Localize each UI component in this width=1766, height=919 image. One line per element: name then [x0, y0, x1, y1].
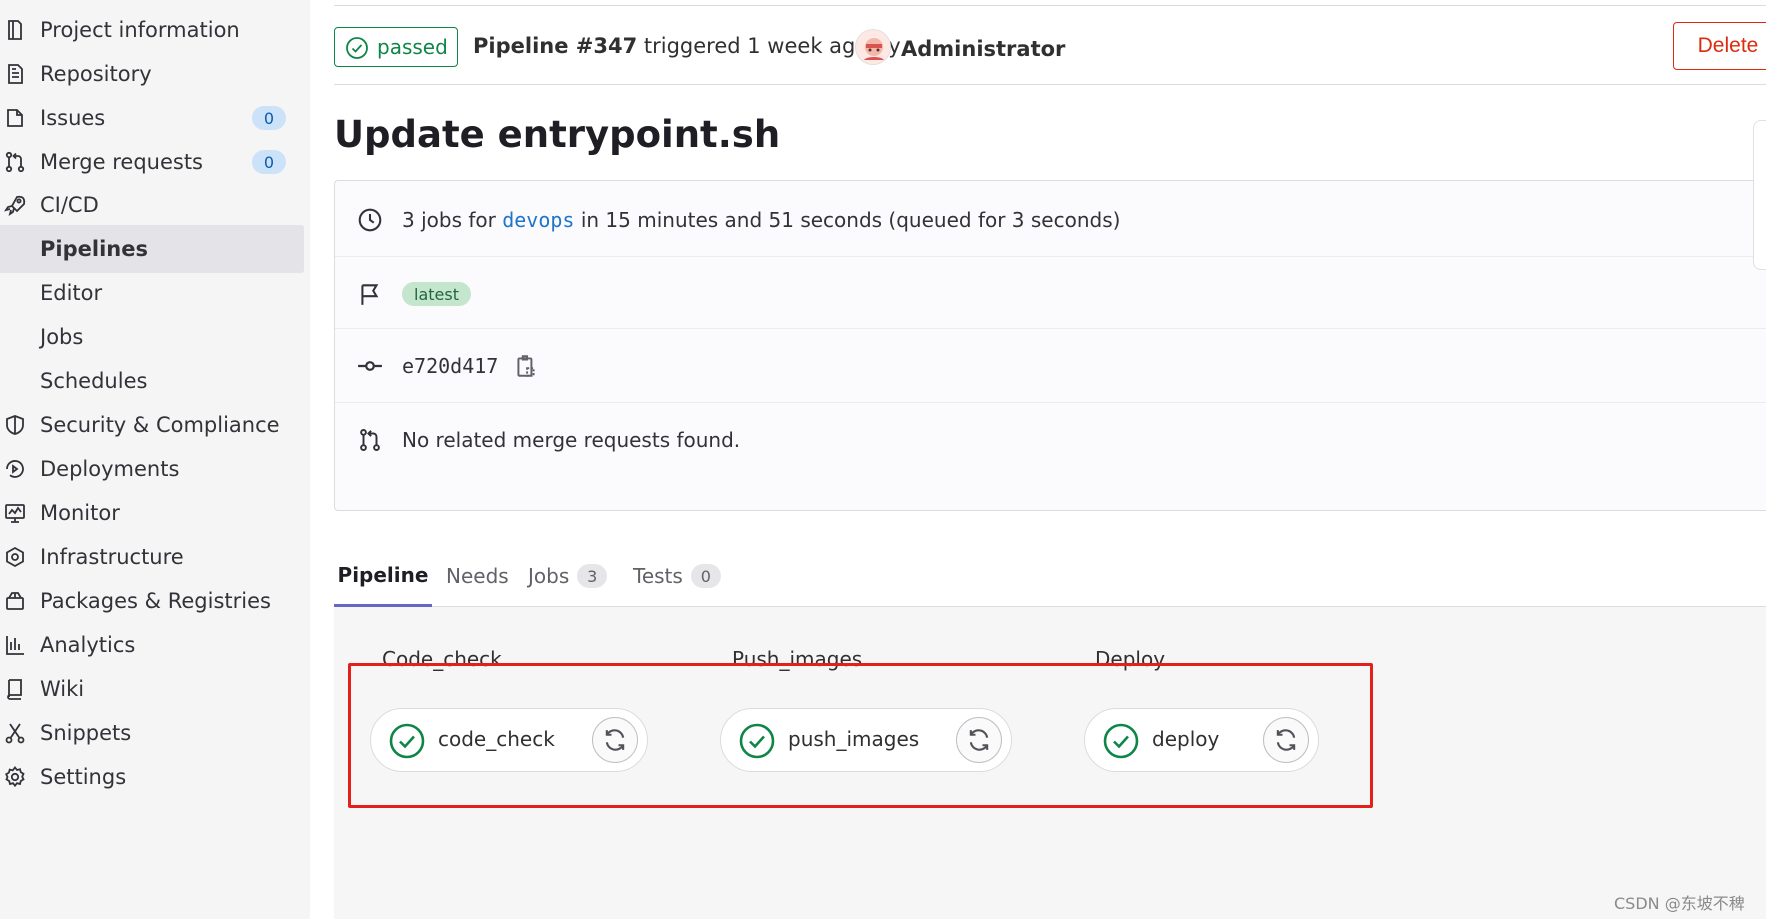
- sidebar-item-security-compliance[interactable]: Security & Compliance: [0, 401, 304, 449]
- sidebar: Project information Repository Issues 0 …: [0, 0, 310, 919]
- sidebar-item-analytics[interactable]: Analytics: [0, 621, 304, 669]
- sidebar-item-schedules[interactable]: Schedules: [0, 357, 304, 405]
- sidebar-item-repository[interactable]: Repository: [0, 50, 304, 98]
- sidebar-item-deployments[interactable]: Deployments: [0, 445, 304, 493]
- snippet-icon: [2, 720, 28, 746]
- info-divider: [335, 402, 1766, 403]
- author-name[interactable]: Administrator: [901, 37, 1065, 61]
- retry-button[interactable]: [956, 717, 1002, 763]
- tab-pipeline[interactable]: Pipeline: [334, 545, 432, 607]
- pipeline-trigger-text: Pipeline #347 triggered 1 week ago by: [473, 34, 901, 58]
- merge-requests-count-badge: 0: [252, 150, 286, 174]
- jobs-summary-row: 3 jobs for devops in 15 minutes and 51 s…: [335, 207, 1766, 233]
- top-divider: [334, 5, 1766, 6]
- check-circle-icon: [345, 36, 369, 60]
- merge-request-icon: [2, 149, 28, 175]
- page-title: Update entrypoint.sh: [334, 113, 781, 156]
- tab-needs[interactable]: Needs: [446, 545, 509, 607]
- info-divider: [335, 328, 1766, 329]
- tab-tests[interactable]: Tests 0: [633, 545, 721, 607]
- stage-title: Code_check: [382, 647, 502, 671]
- monitor-icon: [2, 500, 28, 526]
- copy-icon[interactable]: [513, 353, 539, 379]
- retry-button[interactable]: [1263, 717, 1309, 763]
- pipeline-header: passed Pipeline #347 triggered 1 week ag…: [334, 20, 1766, 85]
- job-name: push_images: [788, 727, 920, 751]
- issues-icon: [2, 105, 28, 131]
- job-name: deploy: [1152, 727, 1220, 751]
- check-circle-icon: [1103, 723, 1139, 759]
- issues-count-badge: 0: [252, 106, 286, 130]
- sidebar-item-project-information[interactable]: Project information: [0, 6, 304, 54]
- gear-icon: [2, 764, 28, 790]
- watermark: CSDN @东坡不稗: [1614, 894, 1745, 913]
- pipeline-info-box: 3 jobs for devops in 15 minutes and 51 s…: [334, 180, 1766, 511]
- sidebar-item-monitor[interactable]: Monitor: [0, 489, 304, 537]
- tab-jobs[interactable]: Jobs 3: [528, 545, 608, 607]
- info-divider: [335, 256, 1766, 257]
- branch-link[interactable]: devops: [502, 208, 574, 232]
- sidebar-item-jobs[interactable]: Jobs: [0, 313, 304, 361]
- commit-icon: [357, 353, 383, 379]
- pipeline-graph: Code_check code_check Push_images push_i…: [334, 607, 1766, 919]
- retry-icon: [1276, 729, 1296, 751]
- rocket-icon: [2, 192, 28, 218]
- book-icon: [2, 676, 28, 702]
- delete-button[interactable]: Delete: [1673, 22, 1766, 70]
- side-panel-edge: [1753, 120, 1766, 270]
- job-code-check[interactable]: code_check: [370, 708, 648, 772]
- sidebar-item-merge-requests[interactable]: Merge requests 0: [0, 138, 304, 186]
- sidebar-item-snippets[interactable]: Snippets: [0, 709, 304, 757]
- stage-title: Deploy: [1095, 647, 1166, 671]
- badges-row: latest: [335, 281, 1766, 307]
- jobs-count-badge: 3: [577, 564, 608, 588]
- merge-requests-text: No related merge requests found.: [402, 428, 741, 452]
- pipeline-tabs: Pipeline Needs Jobs 3 Tests 0: [334, 545, 1766, 607]
- sidebar-item-infrastructure[interactable]: Infrastructure: [0, 533, 304, 581]
- commit-sha-link[interactable]: e720d417: [402, 354, 498, 378]
- stage-title: Push_images: [732, 647, 863, 671]
- sidebar-item-editor[interactable]: Editor: [0, 269, 304, 317]
- infrastructure-icon: [2, 544, 28, 570]
- status-badge[interactable]: passed: [334, 27, 458, 67]
- main-content: passed Pipeline #347 triggered 1 week ag…: [334, 0, 1766, 919]
- avatar[interactable]: [855, 29, 891, 65]
- tests-count-badge: 0: [690, 564, 721, 588]
- job-name: code_check: [438, 727, 555, 751]
- sidebar-item-packages-registries[interactable]: Packages & Registries: [0, 577, 304, 625]
- check-circle-icon: [389, 723, 425, 759]
- pipeline-id: Pipeline #347: [473, 34, 638, 58]
- retry-button[interactable]: [592, 717, 638, 763]
- sidebar-item-pipelines[interactable]: Pipelines: [0, 225, 304, 273]
- sidebar-item-settings[interactable]: Settings: [0, 753, 304, 801]
- package-icon: [2, 588, 28, 614]
- retry-icon: [605, 729, 625, 751]
- flag-icon: [357, 281, 383, 307]
- job-push-images[interactable]: push_images: [720, 708, 1012, 772]
- sidebar-item-issues[interactable]: Issues 0: [0, 94, 304, 142]
- clock-icon: [357, 207, 383, 233]
- project-icon: [2, 17, 28, 43]
- repository-icon: [2, 61, 28, 87]
- jobs-summary: 3 jobs for devops in 15 minutes and 51 s…: [402, 208, 1121, 232]
- shield-icon: [2, 412, 28, 438]
- merge-requests-row: No related merge requests found.: [335, 427, 1766, 453]
- deployments-icon: [2, 456, 28, 482]
- sidebar-item-cicd[interactable]: CI/CD: [0, 181, 304, 229]
- sidebar-item-wiki[interactable]: Wiki: [0, 665, 304, 713]
- commit-row: e720d417: [335, 353, 1766, 379]
- check-circle-icon: [739, 723, 775, 759]
- retry-icon: [969, 729, 989, 751]
- analytics-icon: [2, 632, 28, 658]
- latest-badge: latest: [402, 282, 471, 306]
- job-deploy[interactable]: deploy: [1084, 708, 1319, 772]
- merge-request-icon: [357, 427, 383, 453]
